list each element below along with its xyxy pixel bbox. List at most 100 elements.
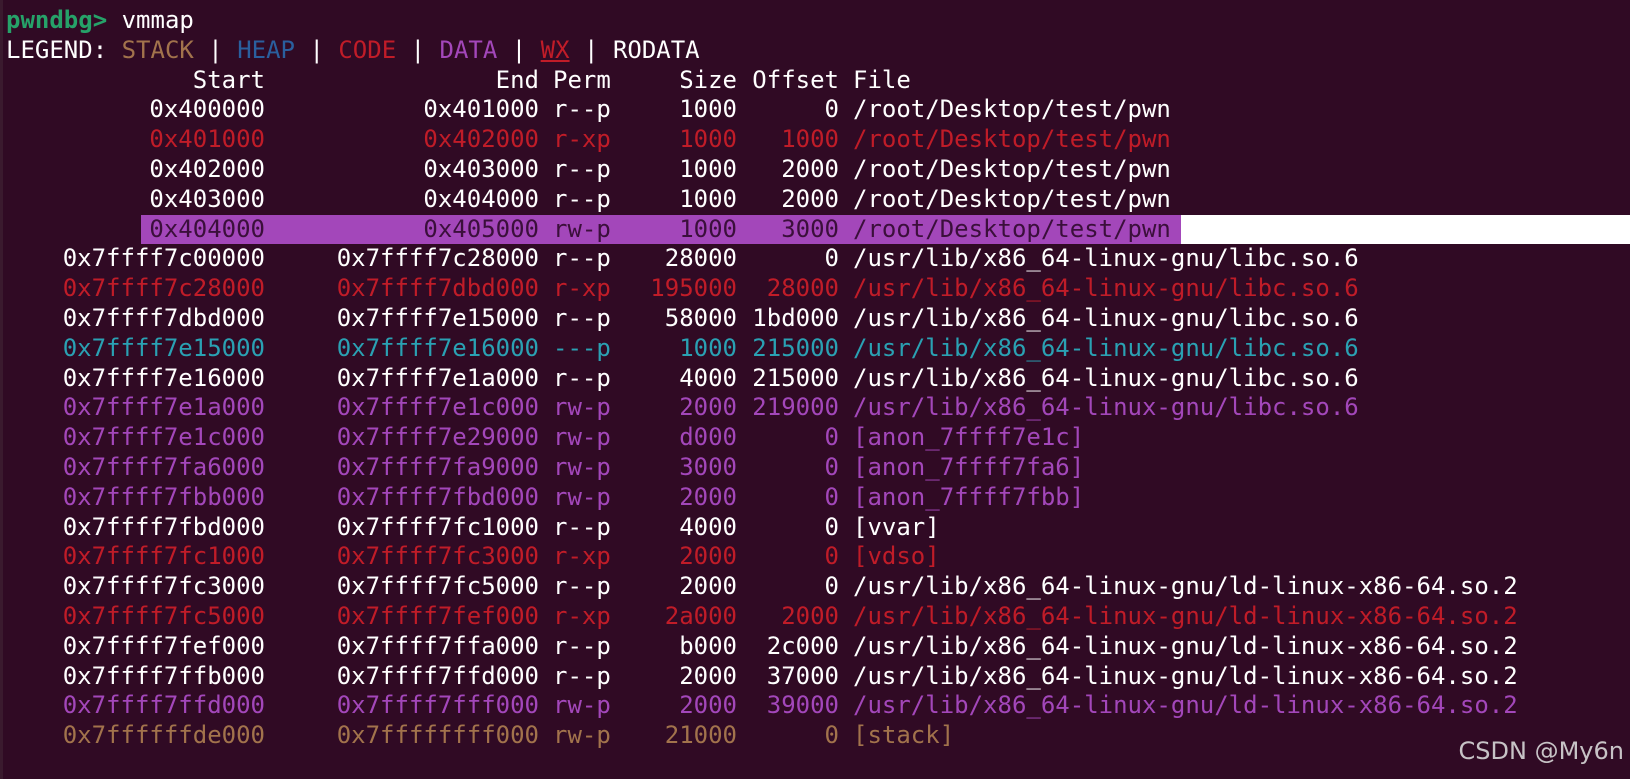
table-row: 0x7ffff7e16000 0x7ffff7e1a000 r--p 4000 2150…	[6, 364, 1518, 394]
table-row: 0x7ffff7dbd000 0x7ffff7e15000 r--p 58000 1bd…	[6, 304, 1518, 334]
terminal[interactable]: pwndbg> vmmap LEGEND: STACK | HEAP | COD…	[6, 6, 1630, 751]
cell-file: [anon_7ffff7e1c]	[853, 423, 1085, 452]
window-edge	[0, 0, 3, 779]
cell-offset: 215000	[752, 363, 839, 392]
cell-end: 0x7ffff7e1a000	[336, 363, 539, 392]
legend-separator: |	[396, 35, 440, 64]
prompt-line: pwndbg> vmmap	[6, 6, 1518, 36]
cell-end: 0x7ffff7c28000	[336, 244, 539, 273]
table-row: 0x402000 0x403000 r--p 1000 2000/root/Deskto…	[6, 155, 1518, 185]
cell-perm: r-xp	[553, 274, 611, 303]
table-row: 0x7ffff7fa6000 0x7ffff7fa9000 rw-p 3000 0 [an…	[6, 453, 1518, 483]
cell-offset: 2000	[781, 154, 839, 183]
cell-offset: 0	[824, 244, 839, 273]
cell-start: 0x7ffff7e1c000	[62, 423, 265, 452]
cell-start: 0x402000	[149, 154, 265, 183]
cell-start: 0x7ffffffde000	[62, 721, 265, 750]
table-row: 0x7ffff7e1c000 0x7ffff7e29000 rw-p d000 0 [an…	[6, 423, 1518, 453]
cell-offset: 37000	[766, 661, 839, 690]
legend-item-data: DATA	[439, 35, 498, 64]
cell-offset: 0	[824, 482, 839, 511]
cell-size: 2000	[679, 661, 737, 690]
table-row: 0x7ffff7ffb000 0x7ffff7ffd000 r--p 2000 3700…	[6, 662, 1518, 692]
cell-start: 0x7ffff7fef000	[62, 631, 265, 660]
prompt: pwndbg>	[6, 6, 122, 34]
cell-file: /root/Desktop/test/pwn	[853, 154, 1171, 183]
cell-file: /root/Desktop/test/pwn	[853, 95, 1171, 124]
cell-end: 0x7ffff7fa9000	[336, 452, 539, 481]
cell-start: 0x7ffff7c00000	[62, 244, 265, 273]
cell-end: 0x401000	[423, 95, 539, 124]
cell-end: 0x7ffff7e29000	[336, 423, 539, 452]
cell-end: 0x7ffff7fef000	[336, 601, 539, 630]
header-start: Start	[192, 65, 265, 94]
cell-size: 3000	[679, 452, 737, 481]
table-row: 0x7ffff7fbb000 0x7ffff7fbd000 rw-p 2000 0 [an…	[6, 483, 1518, 513]
cell-end: 0x402000	[423, 125, 539, 154]
table-row: 0x7ffff7ffd000 0x7ffff7fff000 rw-p 2000 3900…	[6, 691, 1518, 721]
cell-file: /usr/lib/x86_64-linux-gnu/libc.so.6	[853, 274, 1359, 303]
cell-start: 0x7ffff7fc5000	[62, 601, 265, 630]
table-row: 0x7ffff7e15000 0x7ffff7e16000 ---p 1000 2150…	[6, 334, 1518, 364]
table-row: 0x401000 0x402000 r-xp 1000 1000/root/Deskto…	[6, 125, 1518, 155]
cell-start: 0x401000	[149, 125, 265, 154]
table-row: 0x7ffff7fc1000 0x7ffff7fc3000 r-xp 2000 0 [vd…	[6, 542, 1518, 572]
legend-item-heap: HEAP	[237, 35, 295, 64]
cell-perm: rw-p	[553, 423, 611, 452]
cell-start: 0x7ffff7fc3000	[62, 572, 265, 601]
cell-end: 0x403000	[423, 154, 539, 183]
cell-start: 0x7ffff7dbd000	[62, 303, 265, 332]
cell-end: 0x7ffff7fc3000	[336, 542, 539, 571]
legend-separator: |	[193, 35, 238, 64]
cell-perm: r--p	[553, 631, 611, 660]
cell-end: 0x7ffff7ffd000	[336, 661, 539, 690]
legend-item-rodata: RODATA	[612, 35, 700, 64]
table-row: 0x7ffff7fc3000 0x7ffff7fc5000 r--p 2000 0/us…	[6, 572, 1518, 602]
cell-size: 1000	[679, 333, 737, 362]
cell-start: 0x7ffff7fbd000	[62, 512, 265, 541]
cell-file: /root/Desktop/test/pwn	[853, 184, 1171, 213]
command-text: vmmap	[121, 6, 194, 34]
cell-file: /root/Desktop/test/pwn	[853, 125, 1171, 154]
cell-file: /usr/lib/x86_64-linux-gnu/libc.so.6	[853, 363, 1359, 392]
cell-perm: ---p	[553, 333, 611, 362]
cell-perm: r--p	[553, 303, 611, 332]
cell-perm: rw-p	[553, 691, 611, 720]
cell-start: 0x7ffff7ffd000	[62, 691, 265, 720]
cell-start: 0x7ffff7fbb000	[62, 482, 265, 511]
cell-file: /usr/lib/x86_64-linux-gnu/libc.so.6	[853, 303, 1359, 332]
cell-end: 0x7ffff7e1c000	[336, 393, 539, 422]
cell-file: [vvar]	[853, 512, 940, 541]
cell-end: 0x7ffff7dbd000	[336, 274, 539, 303]
cell-start: 0x7ffff7fc1000	[62, 542, 265, 571]
cell-size: 1000	[679, 125, 737, 154]
cell-file: /usr/lib/x86_64-linux-gnu/libc.so.6	[853, 244, 1359, 273]
cell-offset: 2000	[781, 184, 839, 213]
table-header: Start End Perm Size Offset File	[6, 66, 1518, 96]
cell-offset: 1bd000	[752, 303, 839, 332]
cell-file: [vdso]	[853, 542, 940, 571]
watermark: CSDN @My6n	[1458, 737, 1624, 765]
cell-size: 2000	[679, 542, 737, 571]
cell-perm: r-xp	[553, 542, 611, 571]
cell-start: 0x403000	[149, 184, 265, 213]
header-end: End	[495, 65, 539, 94]
cell-size: 28000	[664, 244, 737, 273]
cell-size: 2000	[679, 572, 737, 601]
cell-offset: 0	[824, 423, 839, 452]
cell-offset: 0	[824, 572, 839, 601]
cell-start: 0x7ffff7c28000	[62, 274, 265, 303]
cell-end: 0x7ffff7fc5000	[336, 572, 539, 601]
cell-size: 2a000	[664, 601, 737, 630]
legend-label: LEGEND:	[6, 35, 122, 64]
cell-file: /usr/lib/x86_64-linux-gnu/ld-linux-x86-6…	[853, 601, 1518, 630]
cell-size: 1000	[679, 95, 737, 124]
table-row: 0x7ffff7c28000 0x7ffff7dbd000 r-xp 195000 28…	[6, 274, 1518, 304]
cell-offset: 2c000	[766, 631, 839, 660]
cell-offset: 0	[824, 721, 839, 750]
cell-size: b000	[679, 631, 737, 660]
cell-size: 2000	[679, 691, 737, 720]
cell-end: 0x7ffff7e15000	[336, 303, 539, 332]
legend-separator: |	[497, 35, 541, 64]
header-perm: Perm	[553, 65, 611, 94]
